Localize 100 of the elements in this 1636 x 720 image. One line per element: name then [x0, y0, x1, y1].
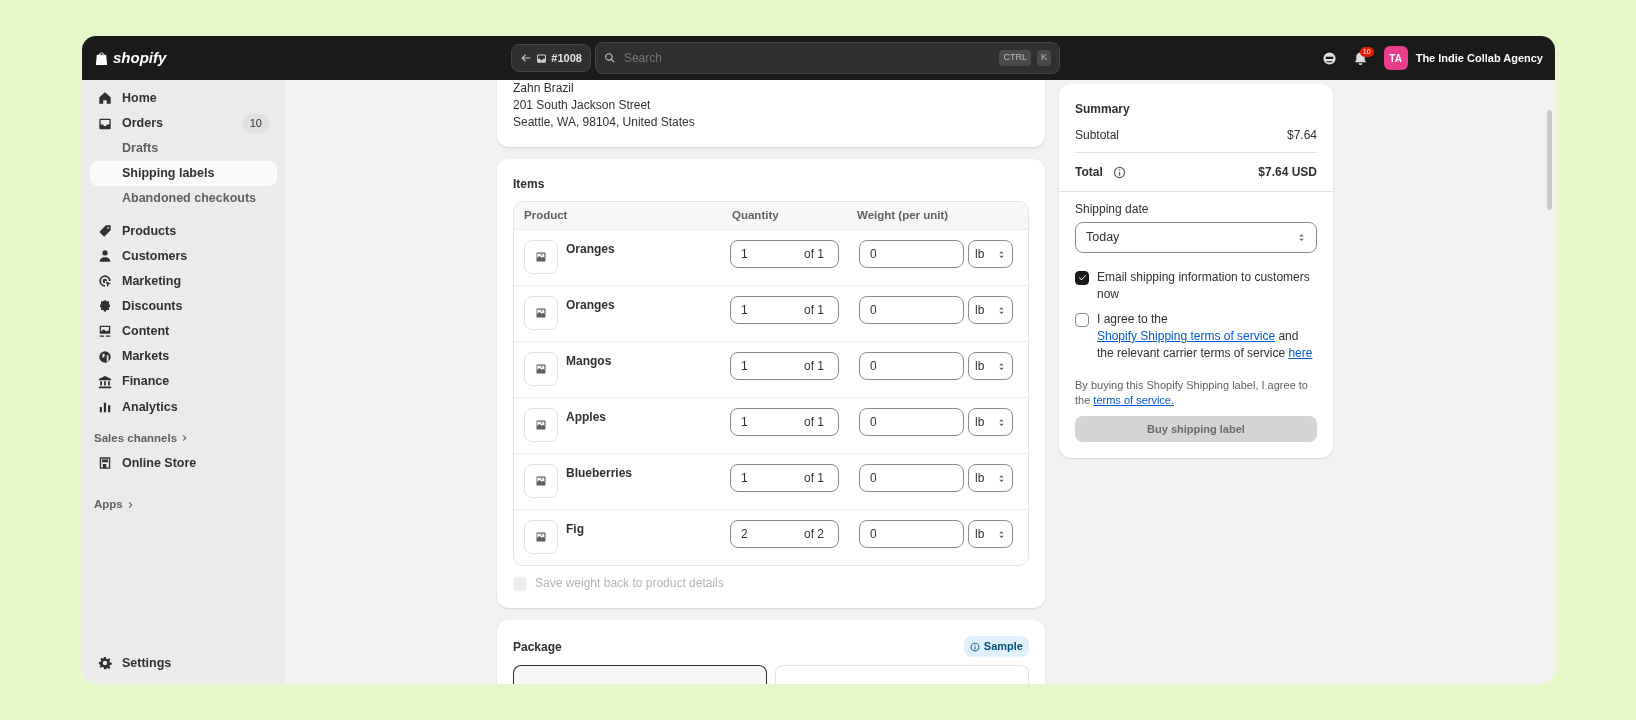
quantity-total: of 2 [804, 526, 824, 544]
date-select[interactable]: Today [1075, 222, 1317, 253]
product-name[interactable]: Blueberries [566, 464, 730, 483]
chevron-up-down-icon [1297, 231, 1306, 243]
product-name[interactable]: Apples [566, 408, 730, 427]
terms-link[interactable]: here [1288, 345, 1313, 360]
checkbox[interactable] [1075, 312, 1089, 327]
quantity-field[interactable]: 1 of 1 [730, 464, 839, 493]
scrollbar[interactable] [1547, 110, 1552, 210]
weight-field[interactable]: 0 [859, 296, 964, 325]
weight-field[interactable]: 0 [859, 240, 964, 269]
terms-link[interactable]: terms of service. [1093, 393, 1175, 406]
product-name[interactable]: Mangos [566, 352, 730, 371]
store-name[interactable]: The Indie Collab Agency [1415, 49, 1543, 67]
sidebar-item[interactable]: Orders 10 [90, 111, 277, 136]
avatar[interactable]: TA [1383, 46, 1408, 70]
quantity-field[interactable]: 1 of 1 [730, 296, 839, 325]
quantity-total: of 1 [804, 246, 824, 264]
quantity-field[interactable]: 1 of 1 [730, 408, 839, 437]
person-icon [98, 249, 112, 264]
image-icon [535, 531, 547, 544]
logo-text: shopify [113, 47, 167, 68]
sidebar-item[interactable]: Home [90, 86, 277, 111]
chevron-up-down-icon [997, 248, 1006, 260]
chevron-up-down-icon [997, 304, 1006, 316]
weight-field[interactable]: 0 [859, 352, 964, 381]
sidebar-item[interactable]: Discounts [90, 293, 277, 319]
product-name[interactable]: Fig [566, 520, 730, 539]
bank-icon [98, 374, 112, 389]
column-header: Product [524, 208, 569, 223]
sidebar-item[interactable]: Marketing [90, 268, 277, 294]
shortcut-key: CTRL [999, 50, 1031, 66]
image-icon [535, 251, 547, 264]
package-option[interactable] [513, 664, 767, 684]
sidebar-item[interactable]: Content [90, 319, 277, 344]
unit-select[interactable]: lb [968, 352, 1013, 381]
sidebar-subitem[interactable]: Abandoned checkouts [90, 185, 277, 211]
chevron-up-down-icon [997, 416, 1006, 428]
column-header: Quantity [732, 208, 780, 223]
quantity-total: of 1 [804, 302, 824, 320]
inbox-icon [536, 52, 548, 64]
image-icon [535, 307, 547, 320]
image-icon [98, 324, 112, 339]
quantity-field[interactable]: 1 of 1 [730, 240, 839, 269]
sidebar-subitem[interactable]: Shipping labels [90, 161, 277, 186]
unit-select[interactable]: lb [968, 240, 1013, 269]
search-field[interactable]: Search CTRL K [594, 42, 1060, 74]
section-title: Package [513, 638, 562, 656]
product-name[interactable]: Oranges [566, 240, 730, 259]
sidebar-subitem[interactable]: Drafts [90, 136, 277, 162]
notice-text: By buying this Shopify Shipping label, I agree to the terms of service. [1075, 377, 1309, 408]
sidebar-item[interactable]: Customers [90, 243, 277, 269]
search-icon [603, 52, 616, 64]
inbox-icon [98, 116, 112, 131]
column-header: Weight (per unit) [857, 208, 949, 223]
order-nav-button[interactable]: #1008 [511, 43, 591, 73]
chevron-up-down-icon [997, 528, 1006, 540]
sidebar-item[interactable]: Markets [90, 344, 277, 369]
globe-icon [98, 349, 112, 364]
back-arrow-icon [520, 52, 533, 64]
unit-select[interactable]: lb [968, 296, 1013, 325]
section-heading[interactable]: Sales channels [94, 429, 178, 447]
weight-field[interactable]: 0 [859, 408, 964, 437]
target-icon [98, 274, 112, 289]
settings-icon [98, 656, 112, 671]
info-icon [1112, 165, 1126, 179]
field-label: Shipping date [1075, 201, 1150, 218]
quantity-field[interactable]: 1 of 1 [730, 352, 839, 381]
settings-item[interactable]: Settings [90, 650, 277, 676]
weight-field[interactable]: 0 [859, 464, 964, 493]
sidebar-item[interactable]: Online Store [90, 450, 277, 476]
address-line: 201 South Jackson Street [513, 97, 652, 114]
image-icon [535, 419, 547, 432]
unit-select[interactable]: lb [968, 520, 1013, 549]
discount-icon [98, 299, 112, 314]
checkbox-label: Email shipping information to customers now [1097, 268, 1311, 303]
search-input[interactable]: Search [621, 48, 994, 68]
terms-text: I agree to the Shopify Shipping terms of service and the relevant carrier terms of service here [1097, 310, 1314, 362]
product-name[interactable]: Oranges [566, 296, 730, 315]
home-icon [98, 91, 112, 106]
tag-icon [98, 223, 112, 238]
weight-field[interactable]: 0 [859, 520, 964, 549]
section-title: Summary [1075, 101, 1131, 118]
sidebar-item[interactable]: Products [90, 218, 277, 244]
unit-select[interactable]: lb [968, 408, 1013, 437]
address-line: Zahn Brazil [513, 80, 575, 97]
terms-link[interactable]: Shopify Shipping terms of service [1097, 328, 1276, 343]
checkmark-icon [1077, 273, 1087, 283]
quantity-field[interactable]: 2 of 2 [730, 520, 839, 549]
checkbox[interactable] [1075, 270, 1089, 285]
info-icon [969, 641, 980, 652]
store-icon [98, 456, 112, 471]
sidebar-item[interactable]: Finance [90, 369, 277, 395]
shortcut-key: K [1036, 50, 1051, 66]
unit-select[interactable]: lb [968, 464, 1013, 493]
section-heading[interactable]: Apps [94, 496, 123, 514]
summary-label: Total [1075, 164, 1103, 181]
count-badge: 10 [242, 114, 269, 133]
sidebar-item[interactable]: Analytics [90, 394, 277, 420]
summary-value: $7.64 [1286, 127, 1317, 144]
